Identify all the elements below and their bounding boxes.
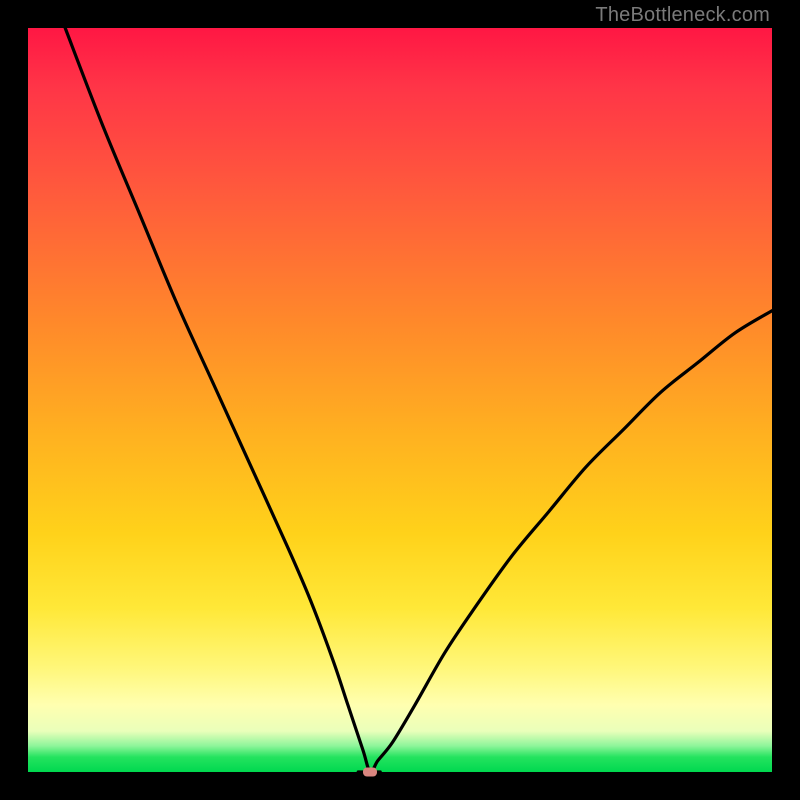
bottleneck-curve <box>28 28 772 772</box>
watermark-text: TheBottleneck.com <box>595 4 770 27</box>
chart-frame: TheBottleneck.com <box>0 0 800 800</box>
optimal-balance-marker <box>363 768 377 777</box>
plot-area <box>28 28 772 772</box>
